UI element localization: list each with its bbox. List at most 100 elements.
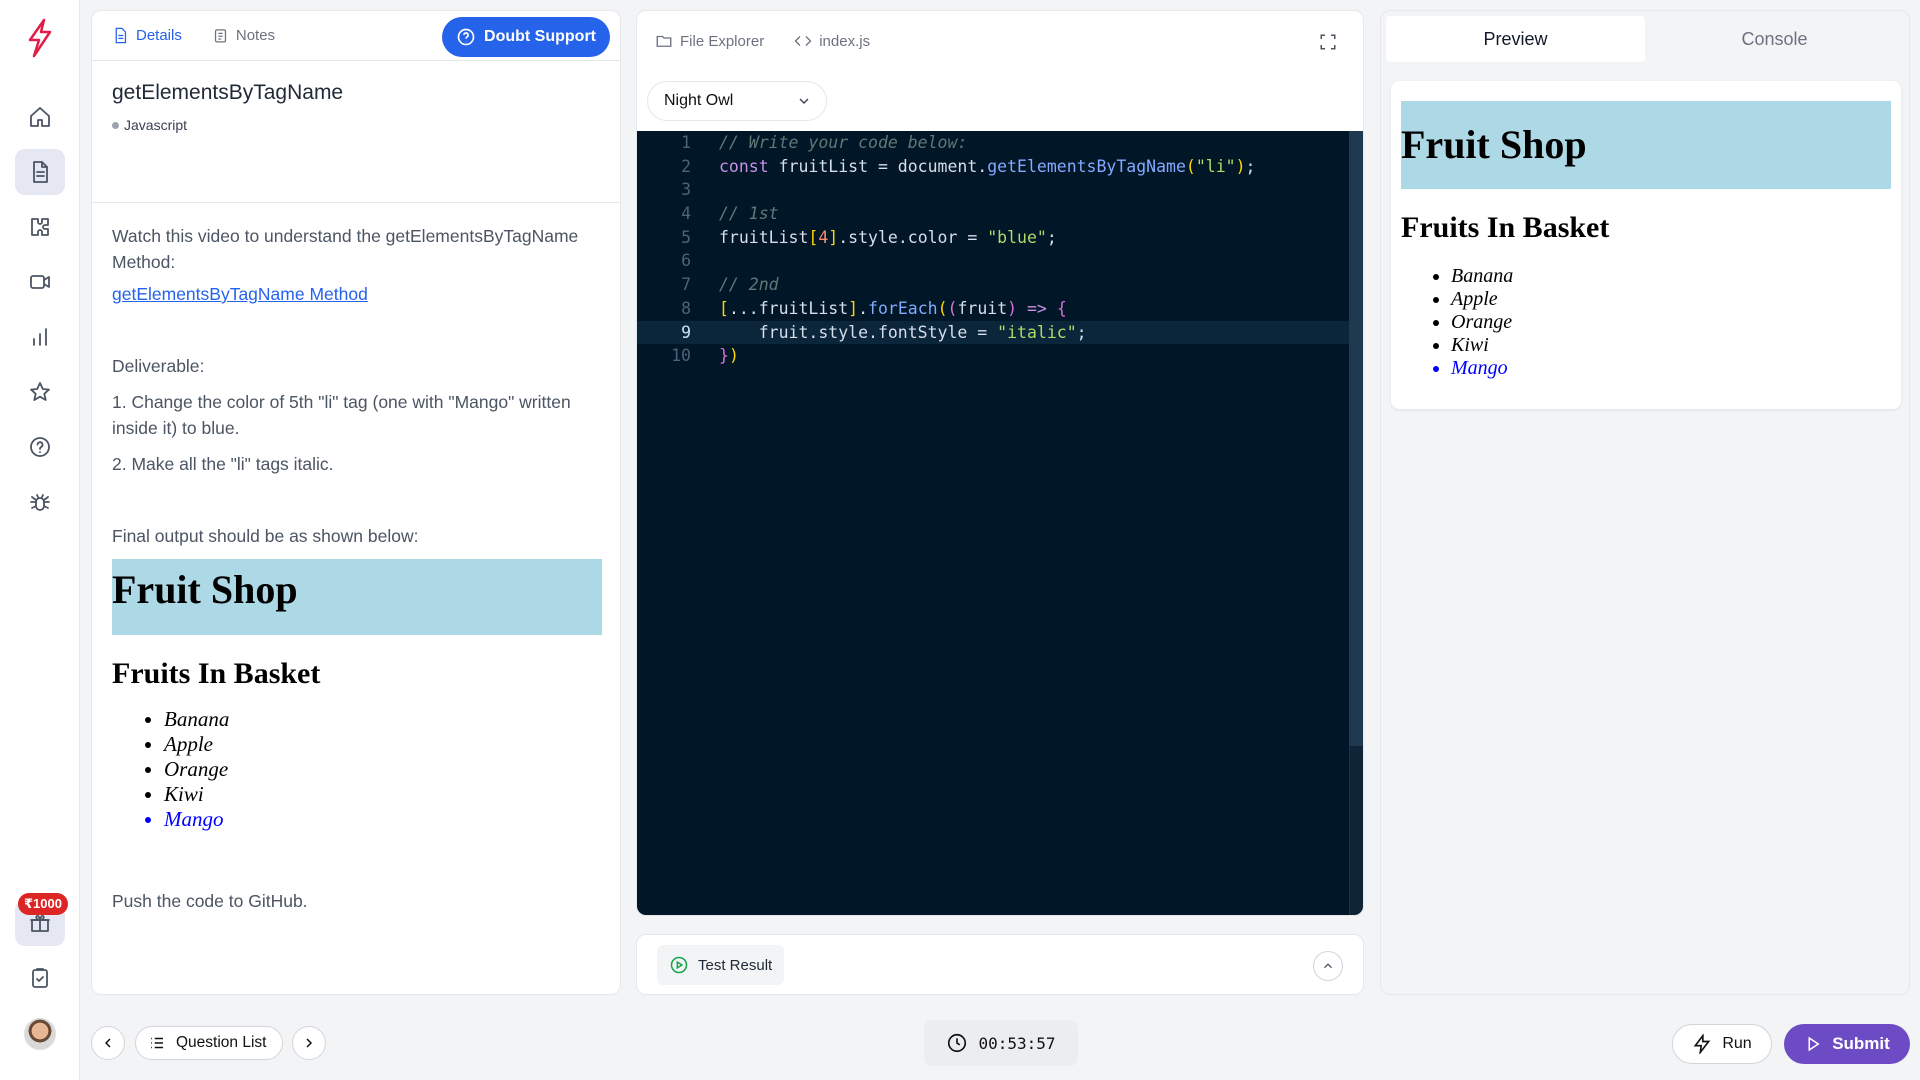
- preview-document: Fruit Shop Fruits In Basket Banana Apple…: [1401, 101, 1891, 380]
- push-text: Push the code to GitHub.: [112, 891, 308, 911]
- tab-details[interactable]: Details: [112, 27, 182, 44]
- question-header: getElementsByTagName Javascript: [92, 61, 620, 203]
- line-number: 4: [681, 204, 691, 224]
- list-item: Kiwi: [1451, 334, 1891, 357]
- list-item: Apple: [164, 732, 602, 757]
- run-button[interactable]: Run: [1672, 1024, 1772, 1064]
- tag-dot: [112, 121, 119, 129]
- question-list-label: Question List: [176, 1034, 267, 1051]
- submit-button[interactable]: Submit: [1784, 1024, 1910, 1064]
- list-item: Mango: [1451, 357, 1891, 380]
- line-number: 1: [681, 133, 691, 152]
- code-line: 6: [637, 249, 1363, 273]
- final-output-text: Final output should be as shown below:: [112, 526, 419, 546]
- test-result-button[interactable]: Test Result: [657, 945, 785, 985]
- code-line: 8 [...fruitList].forEach((fruit) => {: [637, 297, 1363, 321]
- clipboard-check-icon[interactable]: [15, 955, 65, 1001]
- previous-question-button[interactable]: [91, 1026, 125, 1060]
- preview-panel: Preview Console Fruit Shop Fruits In Bas…: [1380, 10, 1910, 995]
- clock-icon: [948, 1033, 967, 1053]
- tab-file-explorer[interactable]: File Explorer: [655, 32, 764, 50]
- list-item: Apple: [1451, 288, 1891, 311]
- editor-tabbar: File Explorer index.js: [637, 11, 1363, 71]
- file-explorer-label: File Explorer: [680, 32, 765, 50]
- bolt-icon: [1693, 1034, 1711, 1054]
- document-icon[interactable]: [15, 149, 65, 195]
- help-icon: [457, 28, 475, 46]
- theme-select[interactable]: Night Owl: [647, 81, 827, 121]
- line-number: 9: [681, 322, 691, 342]
- question-title: getElementsByTagName: [112, 81, 344, 104]
- tab-details-label: Details: [136, 27, 182, 44]
- language-tag-label: Javascript: [124, 117, 188, 133]
- line-number: 6: [681, 251, 691, 271]
- fullscreen-icon[interactable]: [1319, 33, 1337, 51]
- next-question-button[interactable]: [292, 1026, 326, 1060]
- tab-console[interactable]: Console: [1645, 16, 1904, 62]
- video-link[interactable]: getElementsByTagName Method: [112, 281, 600, 307]
- editor-scroll-thumb[interactable]: [1349, 131, 1363, 746]
- code-line: 5 fruitList[4].style.color = "blue";: [637, 226, 1363, 250]
- code-line: 4// 1st: [637, 202, 1363, 226]
- deliverable-heading: Deliverable:: [112, 356, 205, 376]
- list-item: Banana: [1451, 265, 1891, 288]
- puzzle-icon[interactable]: [15, 204, 65, 250]
- question-list-button[interactable]: Question List: [135, 1026, 283, 1060]
- tab-notes[interactable]: Notes: [212, 27, 275, 44]
- tab-index-js[interactable]: index.js: [794, 32, 870, 50]
- expected-output-image: Fruit Shop Fruits In Basket Banana Apple…: [112, 559, 602, 832]
- chevron-left-icon: [104, 1038, 111, 1048]
- demo-subheading: Fruits In Basket: [112, 657, 321, 690]
- logo-bolt-icon[interactable]: [24, 18, 56, 58]
- demo-fruit-list: Banana Apple Orange Kiwi Mango: [112, 707, 602, 832]
- code-line: 7// 2nd: [637, 273, 1363, 297]
- doubt-support-button[interactable]: Doubt Support: [442, 17, 610, 57]
- list-item: Orange: [1451, 311, 1891, 334]
- home-icon[interactable]: [15, 94, 65, 140]
- left-rail: ₹1000: [0, 0, 80, 1080]
- star-icon[interactable]: [15, 369, 65, 415]
- code-editor[interactable]: 1// Write your code below: 2 const fruitL…: [637, 131, 1363, 915]
- code-icon: [794, 36, 812, 46]
- deliverable-step-2: 2. Make all the "li" tags italic.: [112, 454, 334, 474]
- list-item: Orange: [164, 757, 602, 782]
- folder-icon: [656, 35, 672, 47]
- question-panel: Details Notes Doubt Support getElementsB…: [91, 10, 621, 995]
- bug-icon[interactable]: [15, 479, 65, 525]
- test-result-panel: Test Result: [636, 934, 1364, 995]
- file-tab-label: index.js: [819, 32, 871, 50]
- intro-text: Watch this video to understand the getEl…: [112, 226, 579, 272]
- question-body: Watch this video to understand the getEl…: [92, 203, 620, 852]
- reward-badge: ₹1000: [18, 893, 68, 915]
- code-line: 10}): [637, 344, 1363, 368]
- code-line-current: 9 fruit.style.fontStyle = "italic";: [637, 320, 1363, 345]
- list-item: Banana: [164, 707, 602, 732]
- tab-notes-label: Notes: [235, 27, 276, 44]
- play-icon: [1808, 1036, 1820, 1052]
- line-number: 10: [671, 346, 691, 366]
- timer-value: 00:53:57: [978, 1033, 1056, 1053]
- demo-heading: Fruit Shop: [112, 567, 298, 612]
- timer: 00:53:57: [924, 1020, 1078, 1066]
- preview-subheading: Fruits In Basket: [1401, 211, 1610, 244]
- question-tabbar: Details Notes Doubt Support: [92, 11, 620, 61]
- doubt-support-label: Doubt Support: [484, 28, 596, 45]
- submit-label: Submit: [1832, 1034, 1890, 1053]
- line-number: 7: [681, 275, 691, 295]
- document-icon: [115, 27, 127, 44]
- preview-banner: Fruit Shop: [1401, 101, 1891, 189]
- theme-select-value: Night Owl: [664, 92, 734, 109]
- expand-test-result-button[interactable]: [1313, 951, 1343, 981]
- tab-preview[interactable]: Preview: [1386, 16, 1645, 62]
- line-number: 3: [681, 180, 691, 200]
- language-tag: Javascript: [112, 117, 600, 133]
- help-icon[interactable]: [15, 424, 65, 470]
- chevron-up-icon: [1324, 963, 1332, 969]
- avatar[interactable]: [24, 1018, 56, 1050]
- editor-scrollbar[interactable]: [1349, 131, 1363, 915]
- bar-chart-icon[interactable]: [15, 314, 65, 360]
- video-icon[interactable]: [15, 259, 65, 305]
- code-line: 3: [637, 178, 1363, 202]
- notes-icon: [214, 29, 226, 43]
- list-item: Mango: [164, 807, 602, 832]
